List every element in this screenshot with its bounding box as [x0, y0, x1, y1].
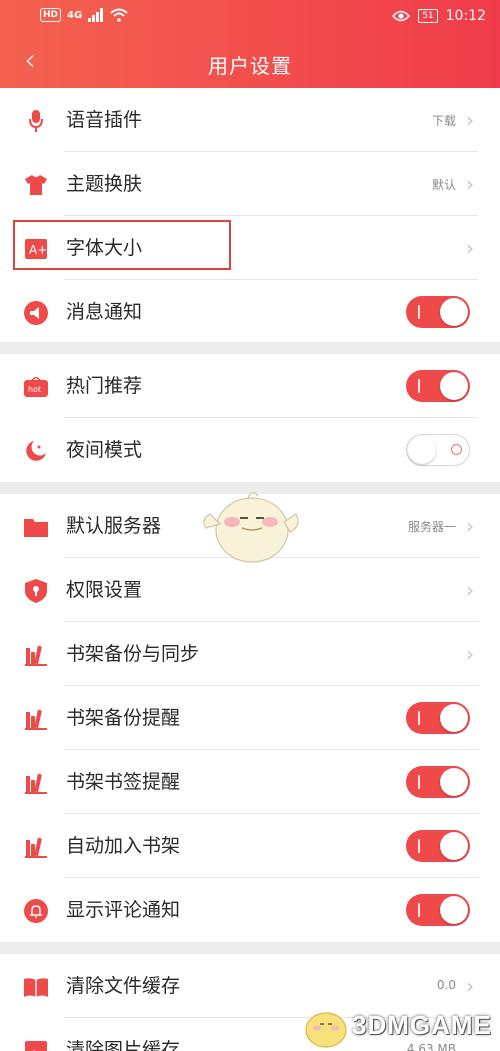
setting-value: 服务器一 — [407, 520, 456, 534]
night-mode-toggle[interactable] — [406, 434, 470, 466]
watermark-logo: 3DMGAME — [302, 1000, 498, 1051]
setting-label: 消息通知 — [66, 301, 143, 323]
bookshelf-icon — [24, 707, 48, 731]
setting-label: 清除文件缓存 — [66, 975, 181, 997]
hd-badge: HD — [40, 8, 62, 22]
shield-icon — [24, 579, 48, 603]
clock: 10:12 — [445, 8, 486, 24]
shirt-icon — [24, 173, 48, 197]
setting-label: 书架书签提醒 — [66, 771, 181, 793]
setting-row-comment-notify[interactable]: 显示评论通知 — [0, 878, 500, 942]
bookshelf-icon — [24, 835, 48, 859]
mascot-image — [203, 491, 299, 563]
chevron-right-icon: › — [466, 172, 474, 196]
watermark-text: 3DMGAME — [352, 1010, 492, 1040]
setting-row-theme[interactable]: 主题换肤 默认 › — [0, 152, 500, 216]
setting-row-backup-sync[interactable]: 书架备份与同步 › — [0, 622, 500, 686]
setting-label: 语音插件 — [66, 109, 143, 131]
status-bar: HD 4G 51 10:12 — [0, 0, 500, 36]
setting-label: 主题换肤 — [66, 173, 143, 195]
battery-icon: 51 — [418, 9, 438, 23]
setting-row-notifications[interactable]: 消息通知 — [0, 280, 500, 344]
setting-row-voice-plugin[interactable]: 语音插件 下载 › — [0, 88, 500, 152]
hot-icon: hot — [24, 375, 48, 399]
setting-label: 书架备份与同步 — [66, 643, 200, 665]
setting-row-night-mode[interactable]: 夜间模式 — [0, 418, 500, 482]
moon-icon — [24, 439, 48, 463]
eye-icon — [392, 10, 411, 22]
setting-label: 清除图片缓存 — [66, 1039, 181, 1051]
notifications-toggle[interactable] — [406, 296, 470, 328]
chevron-right-icon: › — [466, 974, 474, 998]
setting-label: 显示评论通知 — [66, 899, 181, 921]
page-title: 用户设置 — [208, 54, 292, 78]
chevron-right-icon: › — [466, 108, 474, 132]
chevron-right-icon: › — [466, 642, 474, 666]
comment-notify-toggle[interactable] — [406, 894, 470, 926]
setting-value: 下载 — [431, 114, 456, 128]
setting-label: 热门推荐 — [66, 375, 143, 397]
chevron-right-icon: › — [466, 514, 474, 538]
hot-recommend-toggle[interactable] — [406, 370, 470, 402]
setting-row-bookmark-reminder[interactable]: 书架书签提醒 — [0, 750, 500, 814]
setting-value: 默认 — [431, 178, 456, 192]
settings-group-display: hot 热门推荐 夜间模式 — [0, 354, 500, 482]
bell-icon — [24, 899, 48, 923]
bookmark-reminder-toggle[interactable] — [406, 766, 470, 798]
wifi-icon — [110, 8, 128, 22]
setting-value: 0.0 — [436, 978, 456, 992]
setting-row-auto-add[interactable]: 自动加入书架 — [0, 814, 500, 878]
svg-text:hot: hot — [28, 385, 41, 394]
setting-row-backup-reminder[interactable]: 书架备份提醒 — [0, 686, 500, 750]
mascot-logo-icon — [305, 1012, 347, 1048]
microphone-icon — [24, 109, 48, 133]
image-icon — [24, 1039, 48, 1051]
folder-icon — [24, 515, 48, 539]
highlight-box — [13, 220, 231, 270]
chevron-right-icon: › — [466, 578, 474, 602]
backup-reminder-toggle[interactable] — [406, 702, 470, 734]
bookshelf-icon — [24, 643, 48, 667]
app-header: HD 4G 51 10:12 ‹ 用户设置 — [0, 0, 500, 88]
setting-row-hot-recommend[interactable]: hot 热门推荐 — [0, 354, 500, 418]
book-icon — [24, 975, 48, 999]
bookshelf-icon — [24, 771, 48, 795]
setting-label: 默认服务器 — [66, 515, 162, 537]
settings-group-general: 语音插件 下载 › 主题换肤 默认 › A+ 字体大小 › 消息通知 — [0, 88, 500, 342]
auto-add-toggle[interactable] — [406, 830, 470, 862]
setting-label: 书架备份提醒 — [66, 707, 181, 729]
setting-label: 自动加入书架 — [66, 835, 181, 857]
signal-icon — [88, 8, 104, 22]
network-label: 4G — [67, 9, 83, 21]
chevron-right-icon: › — [466, 236, 474, 260]
setting-label: 夜间模式 — [66, 439, 143, 461]
megaphone-icon — [24, 301, 48, 325]
setting-label: 权限设置 — [66, 579, 143, 601]
